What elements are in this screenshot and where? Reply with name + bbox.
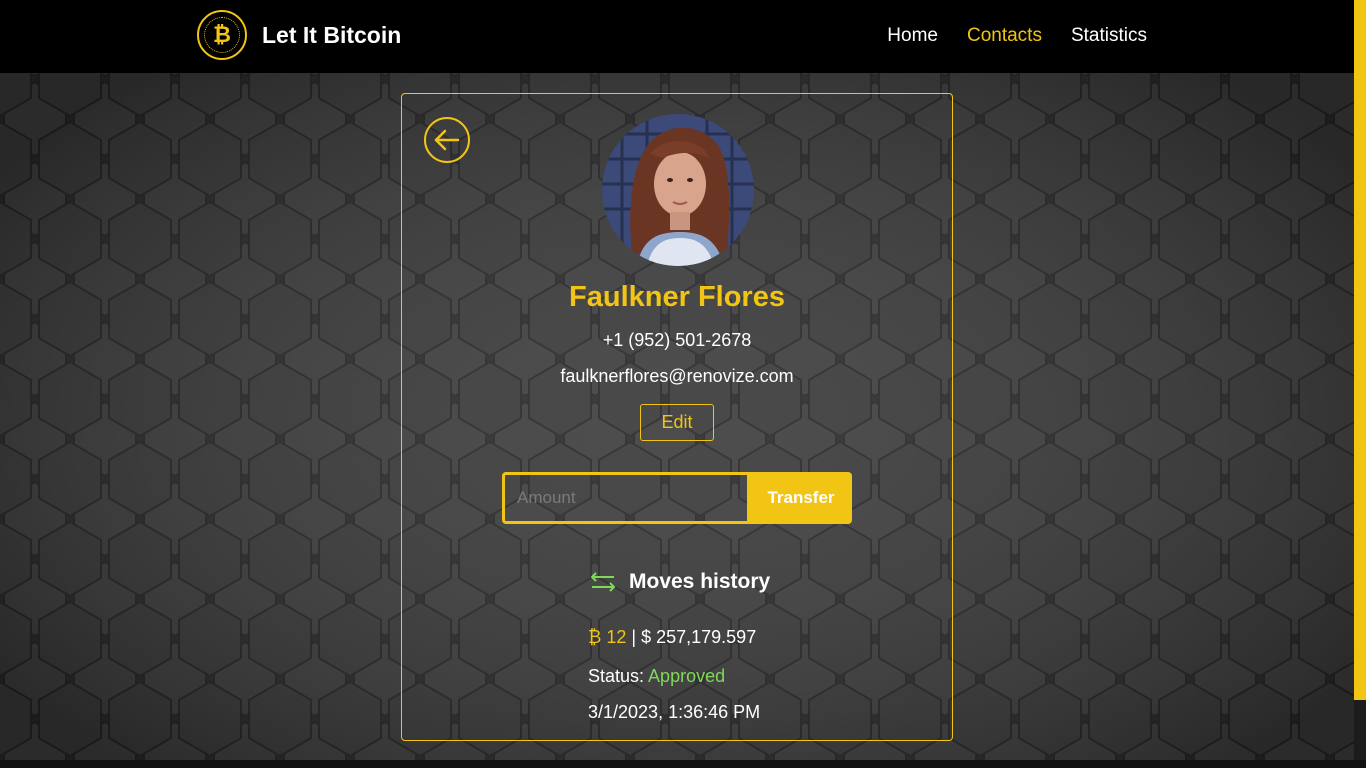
nav-home[interactable]: Home bbox=[887, 25, 938, 47]
move-status: Status: Approved bbox=[588, 666, 725, 687]
contact-details-card: Faulkner Flores +1 (952) 501-2678 faulkn… bbox=[401, 93, 953, 741]
avatar bbox=[602, 114, 754, 266]
scrollbar-thumb[interactable] bbox=[1354, 0, 1366, 700]
arrow-left-circle-icon bbox=[434, 129, 460, 151]
btc-symbol: ₿ bbox=[588, 627, 602, 647]
status-value: Approved bbox=[648, 666, 726, 686]
horizontal-scrollbar bbox=[0, 760, 1366, 768]
status-label: Status: bbox=[588, 666, 645, 686]
moves-history-header: Moves history bbox=[589, 570, 770, 594]
contact-name: Faulkner Flores bbox=[569, 281, 785, 313]
transfer-arrows-icon bbox=[591, 572, 615, 592]
move-amount: ₿ 12 | $ 257,179.597 bbox=[588, 627, 756, 648]
brand[interactable]: ₿ Let It Bitcoin bbox=[197, 10, 401, 60]
main-nav: Home Contacts Statistics bbox=[858, 25, 1147, 47]
contact-phone: +1 (952) 501-2678 bbox=[602, 330, 752, 350]
contact-email: faulknerflores@renovize.com bbox=[560, 366, 794, 386]
btc-amount: 12 bbox=[606, 627, 627, 647]
back-button[interactable] bbox=[424, 117, 470, 163]
nav-contacts[interactable]: Contacts bbox=[967, 25, 1042, 47]
bitcoin-coin-icon: ₿ bbox=[197, 10, 247, 60]
amount-input[interactable] bbox=[502, 472, 750, 524]
transfer-button[interactable]: Transfer bbox=[750, 472, 852, 524]
usd-amount: $ 257,179.597 bbox=[641, 627, 757, 647]
scrollbar-track bbox=[1354, 700, 1366, 768]
amount-separator: | bbox=[631, 627, 637, 647]
edit-button[interactable]: Edit bbox=[640, 404, 714, 441]
top-navbar: ₿ Let It Bitcoin Home Contacts Statistic… bbox=[0, 0, 1354, 73]
brand-name: Let It Bitcoin bbox=[262, 21, 402, 48]
moves-history-title: Moves history bbox=[629, 570, 771, 593]
move-date: 3/1/2023, 1:36:46 PM bbox=[588, 702, 761, 722]
nav-statistics[interactable]: Statistics bbox=[1071, 25, 1147, 47]
brand-symbol: ₿ bbox=[213, 23, 231, 48]
